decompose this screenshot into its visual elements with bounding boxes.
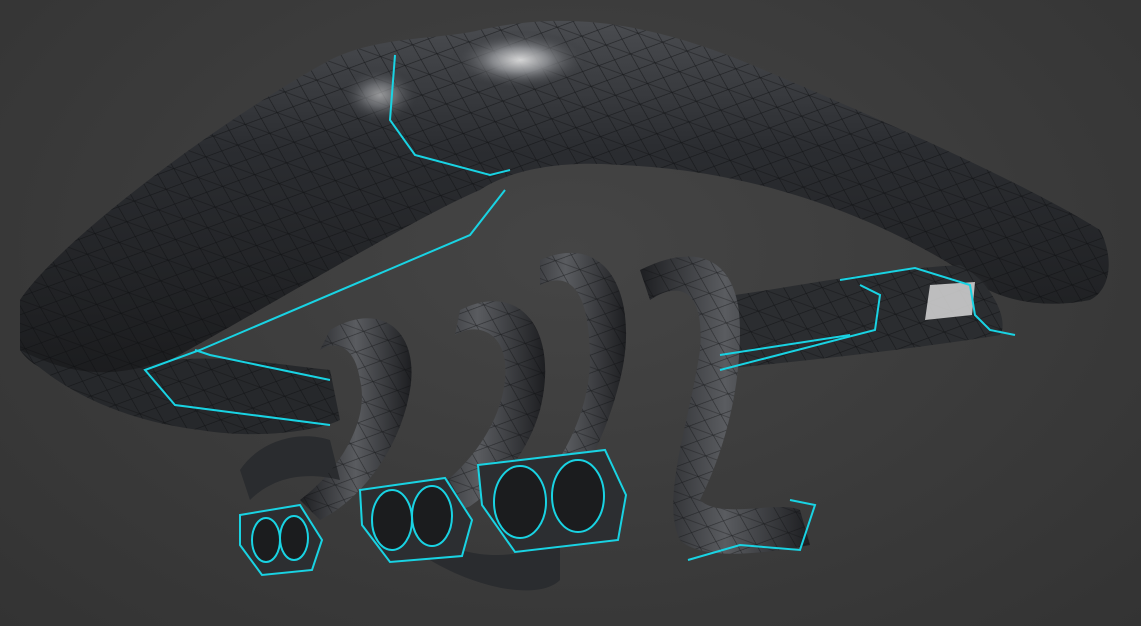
port-mid-right <box>476 448 628 554</box>
port-left <box>239 503 324 577</box>
manifold-render <box>20 20 1109 591</box>
3d-viewport[interactable] <box>0 0 1141 626</box>
